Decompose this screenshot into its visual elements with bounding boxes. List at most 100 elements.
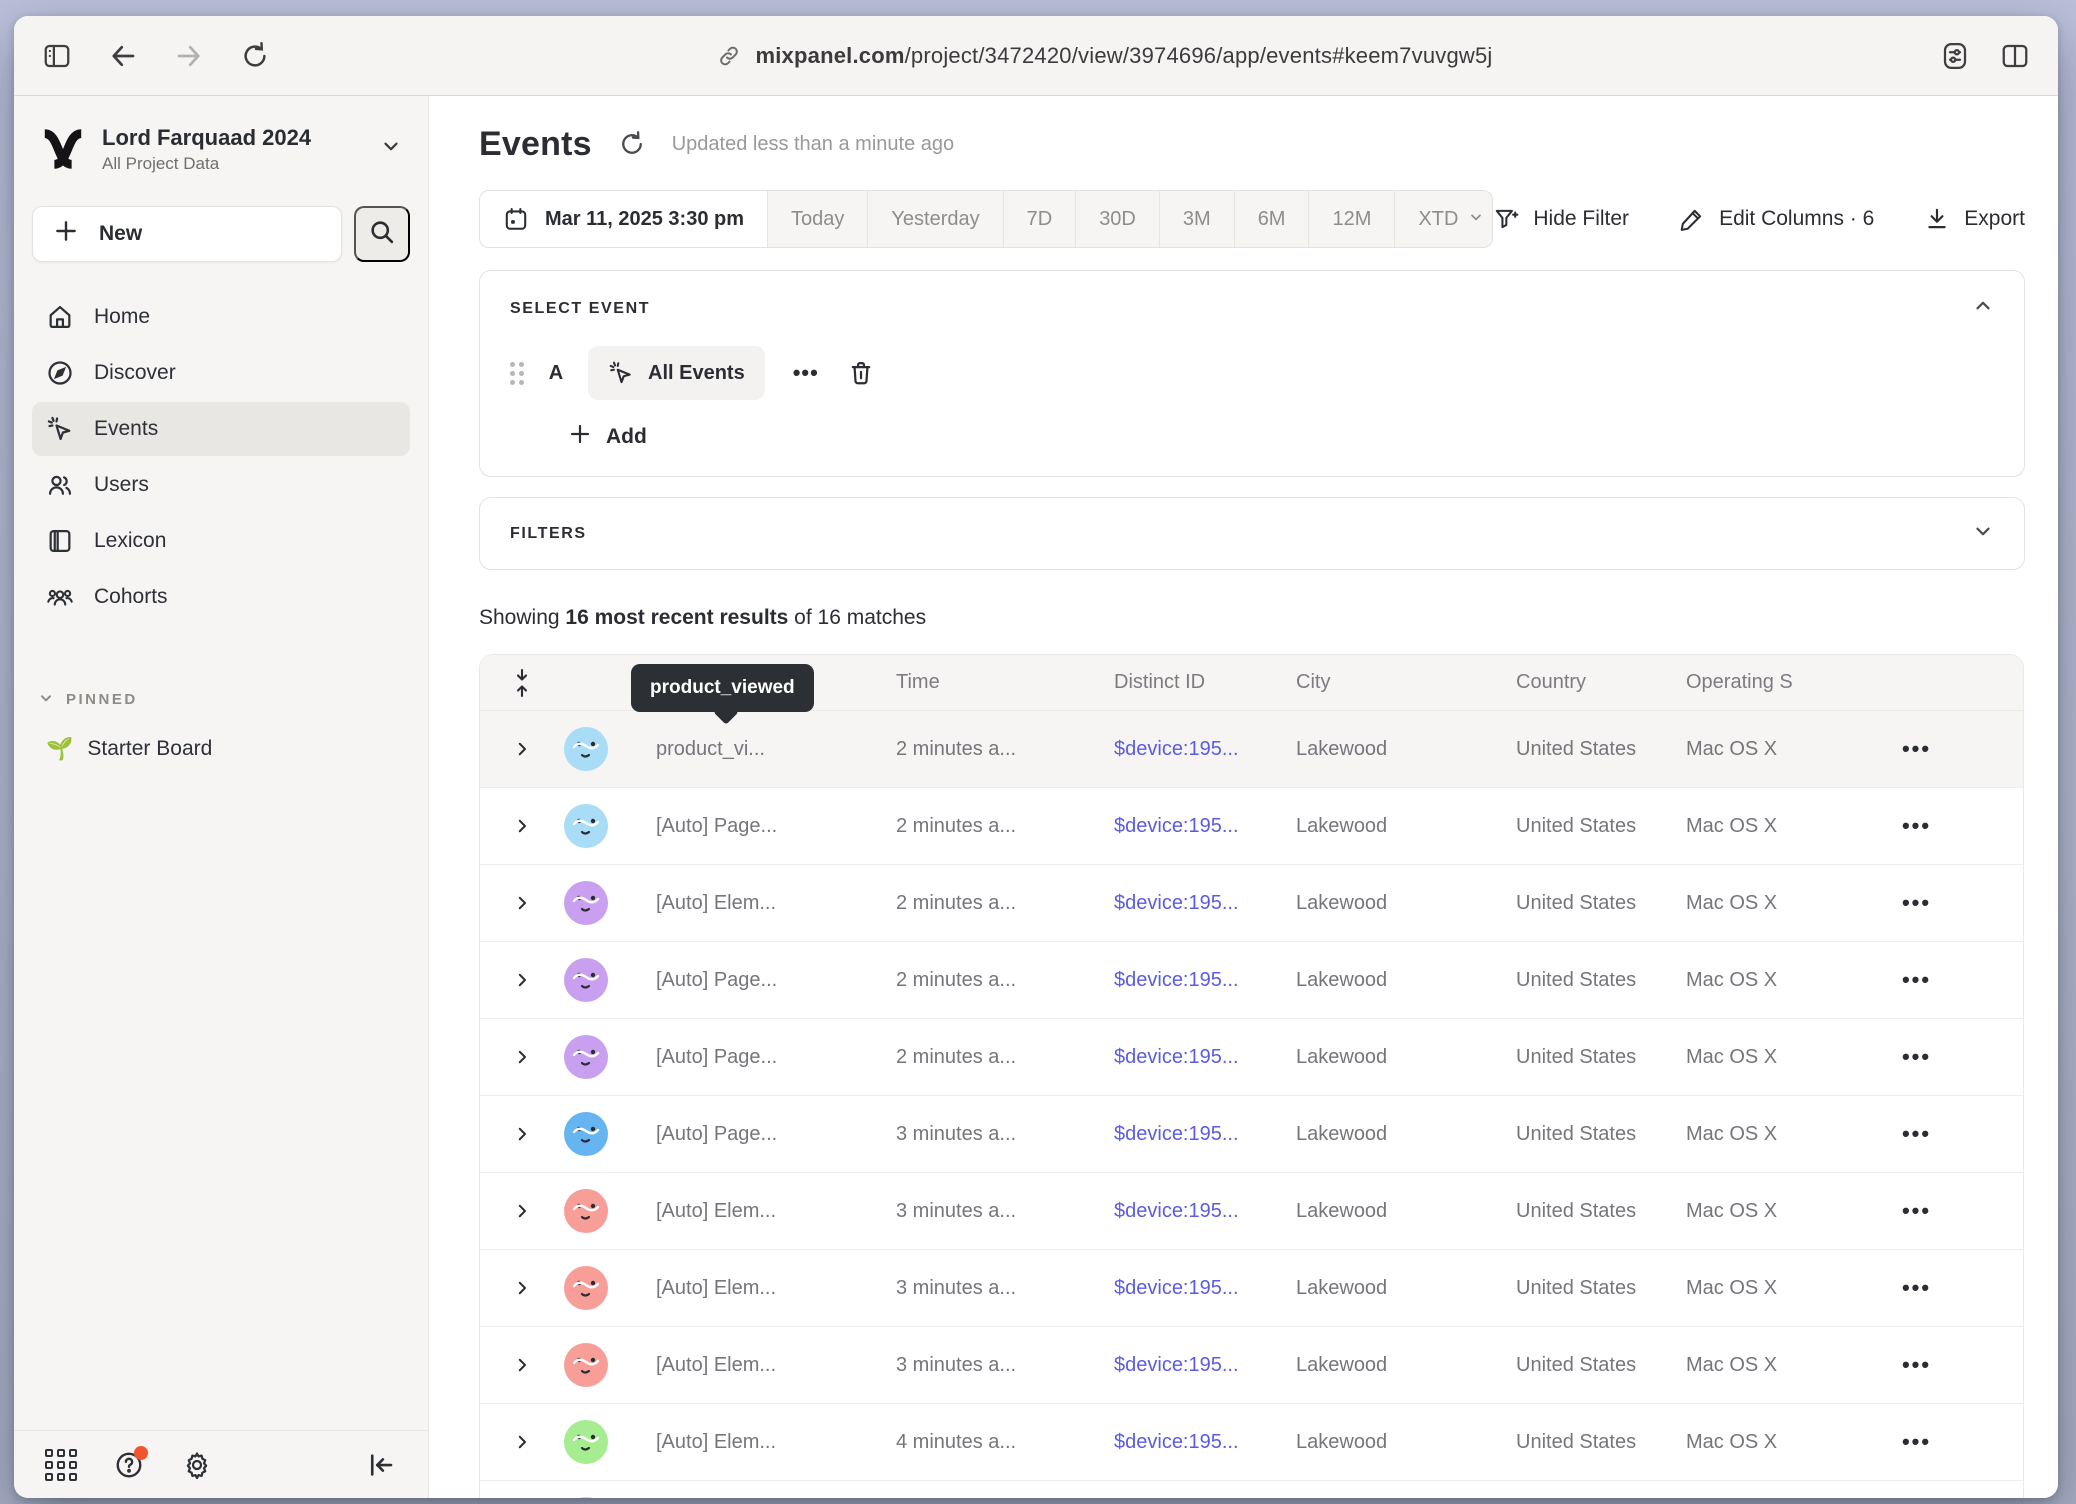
range-yesterday[interactable]: Yesterday	[868, 191, 1003, 247]
event-name[interactable]: [Auto] Page...	[630, 1123, 870, 1146]
event-name[interactable]: [Auto] Page...	[630, 815, 870, 838]
row-more-options-icon[interactable]: •••	[1810, 890, 2023, 916]
row-expand-chevron-icon[interactable]	[480, 1433, 564, 1451]
range-12m[interactable]: 12M	[1309, 191, 1395, 247]
chevron-down-icon[interactable]	[1972, 520, 1994, 547]
export-button[interactable]: Export	[1924, 206, 2025, 232]
row-more-options-icon[interactable]: •••	[1810, 1275, 2023, 1301]
row-expand-chevron-icon[interactable]	[480, 1356, 564, 1374]
row-more-options-icon[interactable]: •••	[1810, 1044, 2023, 1070]
range-6m[interactable]: 6M	[1235, 191, 1310, 247]
address-bar[interactable]: mixpanel.com/project/3472420/view/397469…	[270, 43, 1940, 69]
range-3m[interactable]: 3M	[1160, 191, 1235, 247]
event-name[interactable]: [Auto] Page...	[630, 1046, 870, 1069]
table-row[interactable]: [Auto] Page... 2 minutes a... $device:19…	[480, 942, 2023, 1019]
table-row[interactable]: [Auto] Elem... 4 minutes a... $device:19…	[480, 1404, 2023, 1481]
distinct-id-link[interactable]: $device:195...	[1100, 1277, 1270, 1300]
distinct-id-link[interactable]: $device:195...	[1100, 1354, 1270, 1377]
table-row[interactable]: product_vi... 2 minutes a... $device:195…	[480, 711, 2023, 788]
sidebar-item-cohorts[interactable]: Cohorts	[32, 570, 410, 624]
date-picker-button[interactable]: Mar 11, 2025 3:30 pm	[480, 191, 768, 247]
distinct-id-link[interactable]: $device:195...	[1100, 892, 1270, 915]
distinct-id-link[interactable]: $device:195...	[1100, 1123, 1270, 1146]
event-name[interactable]: [Auto] Elem...	[630, 1431, 870, 1454]
event-name[interactable]: [Auto] Elem...	[630, 1200, 870, 1223]
collapse-sidebar-icon[interactable]	[366, 1450, 396, 1480]
row-expand-chevron-icon[interactable]	[480, 1279, 564, 1297]
chevron-up-icon[interactable]	[1972, 295, 1994, 322]
refresh-icon[interactable]	[618, 130, 646, 158]
row-more-options-icon[interactable]: •••	[1810, 813, 2023, 839]
row-expand-chevron-icon[interactable]	[480, 817, 564, 835]
apps-grid-icon[interactable]	[46, 1450, 76, 1480]
reload-button-icon[interactable]	[240, 41, 270, 71]
distinct-id-link[interactable]: $device:195...	[1100, 1431, 1270, 1454]
project-switcher[interactable]: Lord Farquaad 2024 All Project Data	[32, 118, 410, 180]
help-icon[interactable]	[114, 1450, 144, 1480]
header-distinct-id[interactable]: Distinct ID	[1100, 671, 1270, 694]
table-row[interactable]: [Auto] Elem... 3 minutes a... $device:19…	[480, 1250, 2023, 1327]
sidebar-item-users[interactable]: Users	[32, 458, 410, 512]
row-expand-chevron-icon[interactable]	[480, 1125, 564, 1143]
row-expand-chevron-icon[interactable]	[480, 1202, 564, 1220]
event-name[interactable]: [Auto] Elem...	[630, 1277, 870, 1300]
table-row[interactable]: [Auto] Page... 3 minutes a... $device:19…	[480, 1096, 2023, 1173]
distinct-id-link[interactable]: $device:195...	[1100, 815, 1270, 838]
add-event-button[interactable]: Add	[568, 422, 647, 452]
header-operating-system[interactable]: Operating S	[1660, 671, 1810, 694]
row-expand-chevron-icon[interactable]	[480, 971, 564, 989]
sidebar-toggle-icon[interactable]	[42, 41, 72, 71]
row-expand-chevron-icon[interactable]	[480, 1048, 564, 1066]
header-country[interactable]: Country	[1490, 671, 1660, 694]
event-more-options-icon[interactable]: •••	[787, 360, 825, 386]
distinct-id-link[interactable]: $device:195...	[1100, 969, 1270, 992]
row-expand-chevron-icon[interactable]	[480, 894, 564, 912]
pinned-section-header[interactable]: PINNED	[32, 690, 410, 710]
row-more-options-icon[interactable]: •••	[1810, 1121, 2023, 1147]
table-row[interactable]: [Auto] Elem... 3 minutes a... $device:19…	[480, 1173, 2023, 1250]
hide-filter-button[interactable]: Hide Filter	[1493, 206, 1629, 232]
table-row[interactable]: [Auto] Elem... 4 minutes a... $device:19…	[480, 1481, 2023, 1498]
range-today[interactable]: Today	[768, 191, 868, 247]
collapse-all-icon[interactable]	[480, 668, 564, 698]
event-name[interactable]: [Auto] Elem...	[630, 892, 870, 915]
table-row[interactable]: [Auto] Page... 2 minutes a... $device:19…	[480, 1019, 2023, 1096]
distinct-id-link[interactable]: $device:195...	[1100, 1046, 1270, 1069]
sidebar-item-events[interactable]: Events	[32, 402, 410, 456]
row-expand-chevron-icon[interactable]	[480, 740, 564, 758]
trash-icon[interactable]	[847, 359, 875, 387]
new-button[interactable]: New	[32, 206, 342, 262]
row-more-options-icon[interactable]: •••	[1810, 736, 2023, 762]
split-view-icon[interactable]	[2000, 41, 2030, 71]
row-more-options-icon[interactable]: •••	[1810, 1429, 2023, 1455]
row-more-options-icon[interactable]: •••	[1810, 1352, 2023, 1378]
range-30d[interactable]: 30D	[1076, 191, 1160, 247]
search-button[interactable]	[354, 206, 410, 262]
sidebar-item-starter-board[interactable]: 🌱 Starter Board	[32, 736, 410, 762]
table-row[interactable]: [Auto] Page... 2 minutes a... $device:19…	[480, 788, 2023, 865]
event-name[interactable]: [Auto] Page...	[630, 969, 870, 992]
back-button-icon[interactable]	[108, 41, 138, 71]
range-7d[interactable]: 7D	[1004, 191, 1077, 247]
table-row[interactable]: [Auto] Elem... 3 minutes a... $device:19…	[480, 1327, 2023, 1404]
event-name[interactable]: product_vi...	[630, 738, 870, 761]
all-events-chip[interactable]: All Events	[588, 346, 765, 400]
distinct-id-link[interactable]: $device:195...	[1100, 738, 1270, 761]
sidebar-item-lexicon[interactable]: Lexicon	[32, 514, 410, 568]
header-time[interactable]: Time	[870, 671, 1100, 694]
sidebar-item-home[interactable]: Home	[32, 290, 410, 344]
settings-gear-icon[interactable]	[182, 1450, 212, 1480]
header-city[interactable]: City	[1270, 671, 1490, 694]
avatar-cell	[564, 1343, 630, 1387]
range-xtd[interactable]: XTD	[1395, 191, 1493, 247]
table-row[interactable]: [Auto] Elem... 2 minutes a... $device:19…	[480, 865, 2023, 942]
row-more-options-icon[interactable]: •••	[1810, 967, 2023, 993]
sidebar-item-discover[interactable]: Discover	[32, 346, 410, 400]
page-settings-icon[interactable]	[1940, 41, 1970, 71]
event-name[interactable]: [Auto] Elem...	[630, 1354, 870, 1377]
row-more-options-icon[interactable]: •••	[1810, 1198, 2023, 1224]
forward-button-icon[interactable]	[174, 41, 204, 71]
distinct-id-link[interactable]: $device:195...	[1100, 1200, 1270, 1223]
edit-columns-button[interactable]: Edit Columns · 6	[1679, 206, 1874, 232]
drag-handle[interactable]	[510, 362, 524, 385]
